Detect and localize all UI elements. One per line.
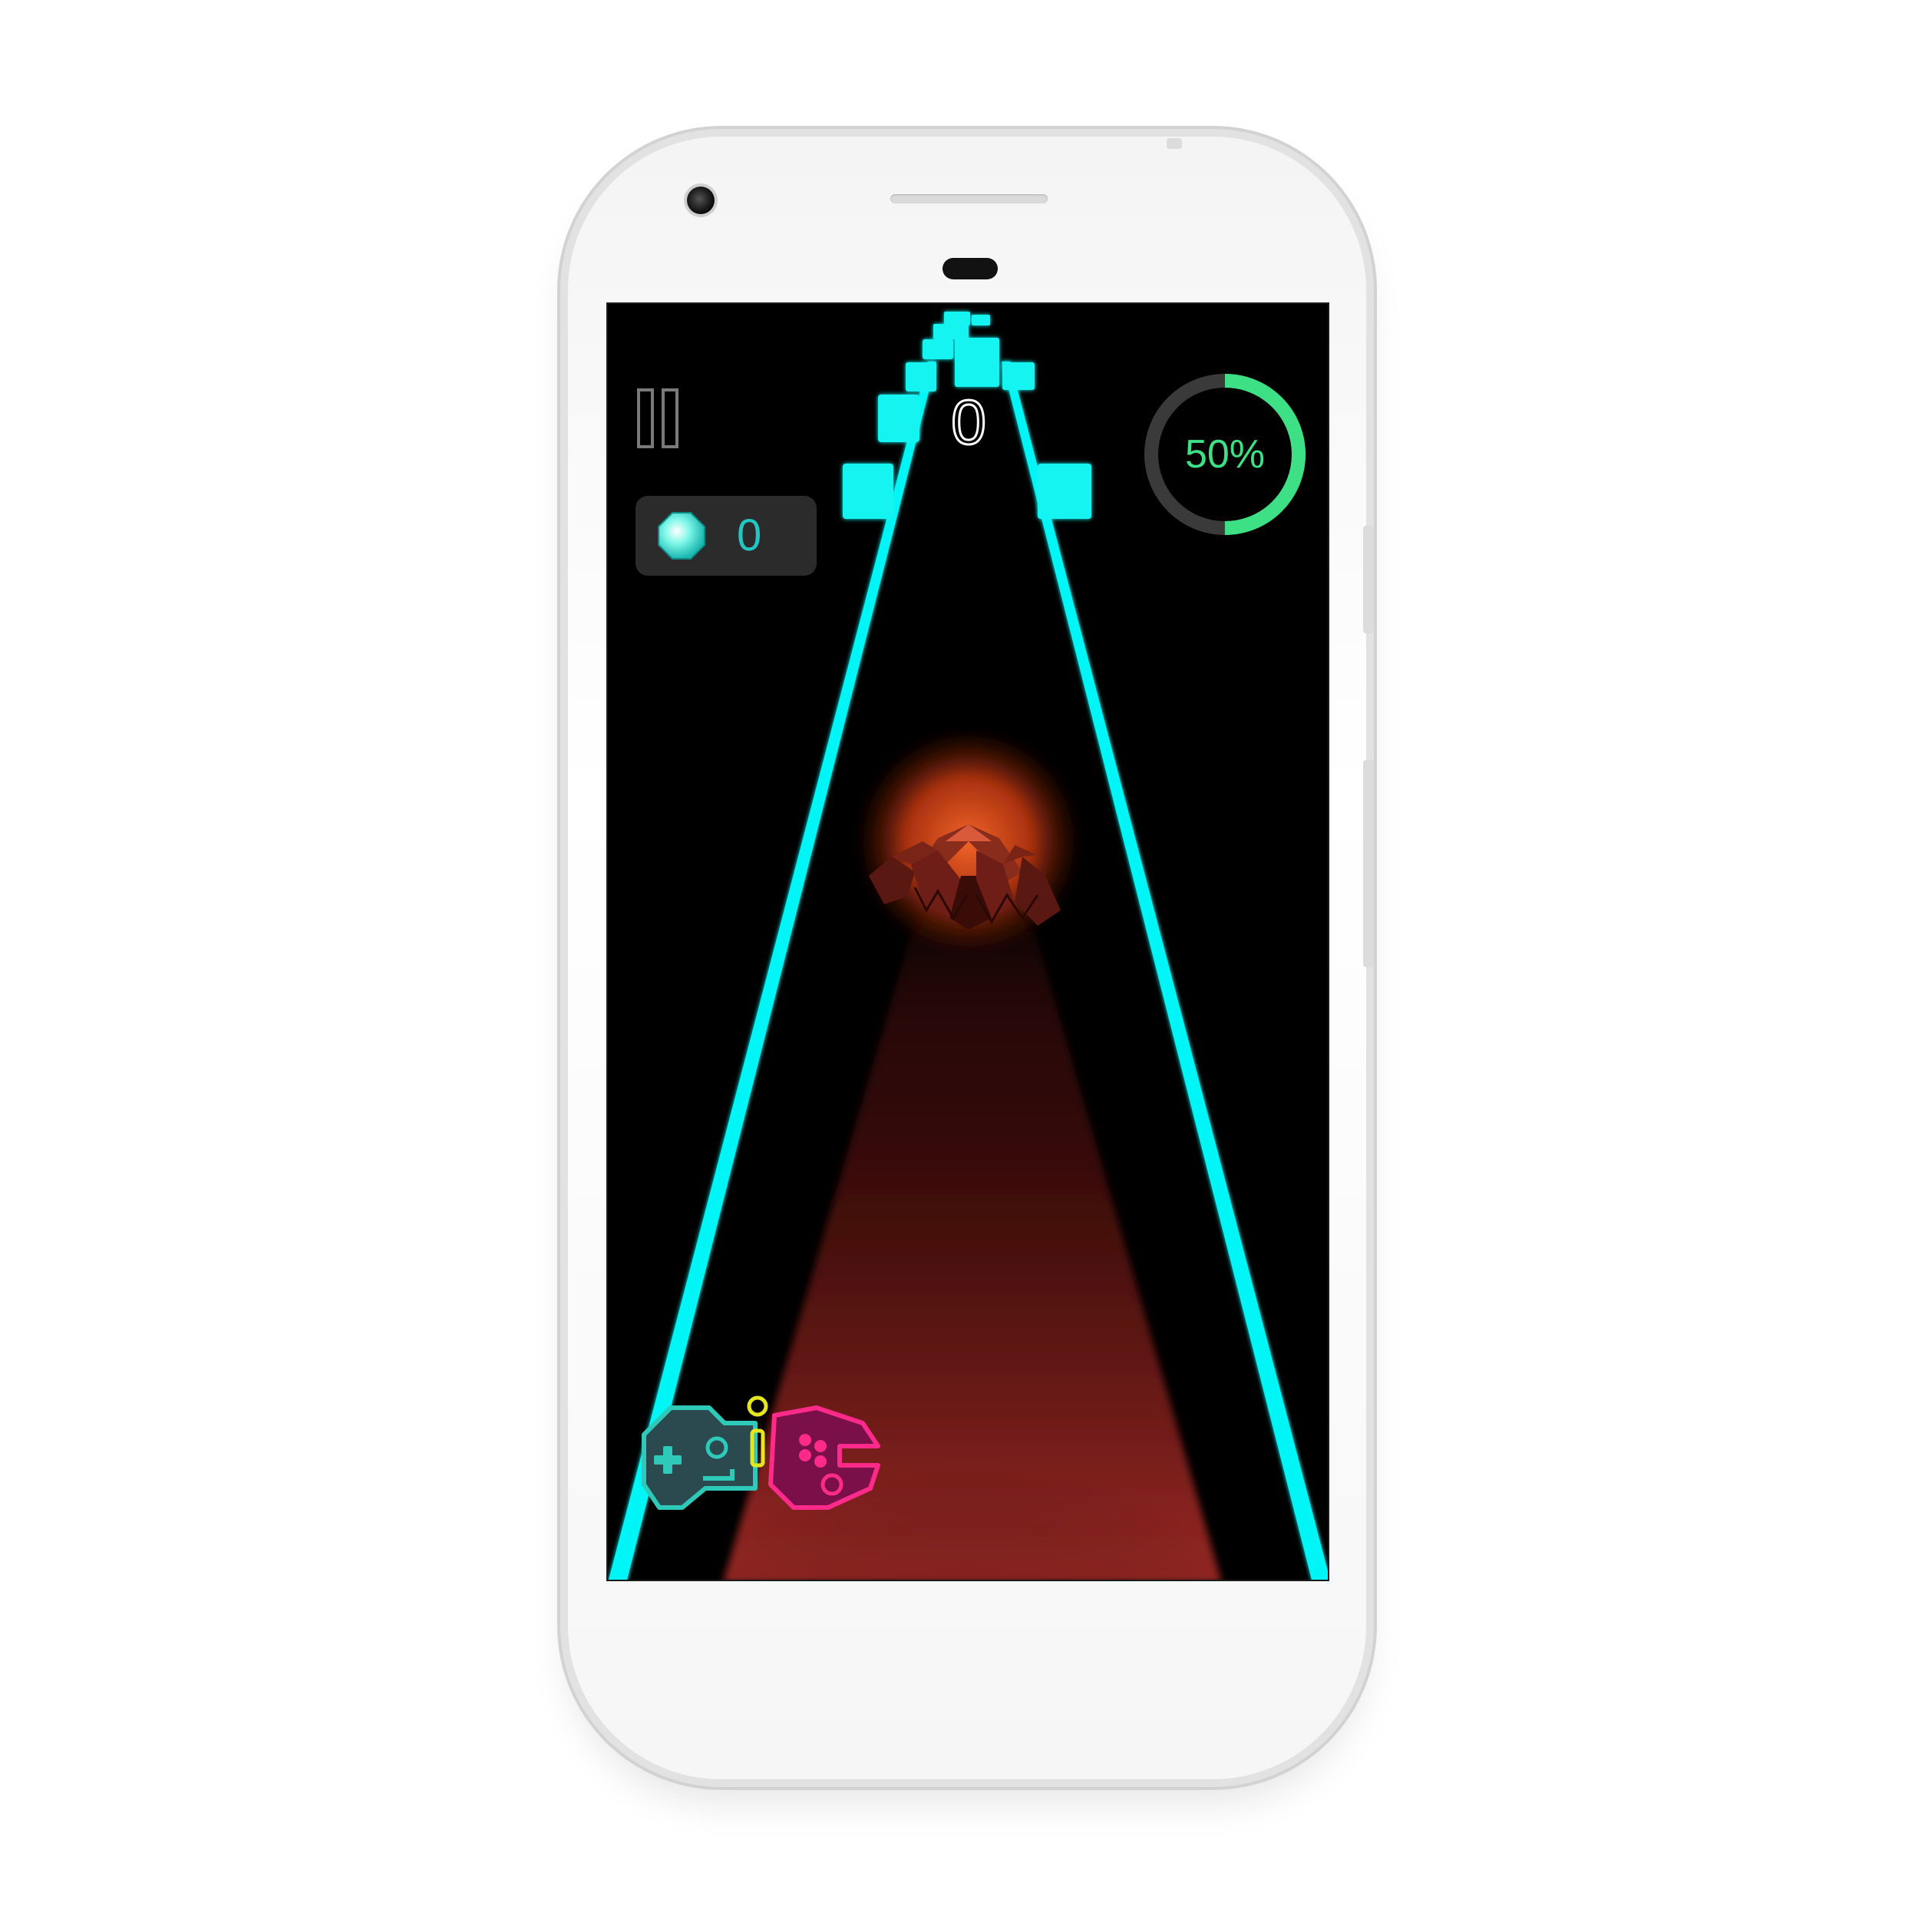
front-camera [687,187,715,214]
block [955,338,999,387]
volume-button [1363,760,1374,967]
block [843,464,893,519]
block [944,312,970,325]
pause-icon [637,388,654,448]
top-button [1167,138,1182,149]
device-mockup: 0 0 50% [0,0,1928,1932]
score-display: 0 [950,387,988,458]
game-screen[interactable]: 0 0 50% [606,302,1329,1581]
gamepad-icon [642,1395,880,1510]
pause-icon-bar [662,388,678,448]
controller-left-half [642,1405,758,1510]
block [906,362,936,391]
gem-icon [658,512,705,560]
block [1038,464,1091,519]
pause-button[interactable] [637,388,688,448]
block [933,324,969,339]
gem-counter: 0 [636,496,817,576]
earpiece-speaker [890,194,1048,203]
progress-label: 50% [1184,432,1266,477]
controller-right-half [768,1405,880,1510]
proximity-sensor [943,258,998,279]
gem-count: 0 [737,510,762,560]
block [972,315,990,325]
block [1002,362,1035,390]
block [878,395,919,442]
block [923,339,953,359]
level-progress-ring: 50% [1142,372,1308,537]
power-button [1363,526,1374,633]
